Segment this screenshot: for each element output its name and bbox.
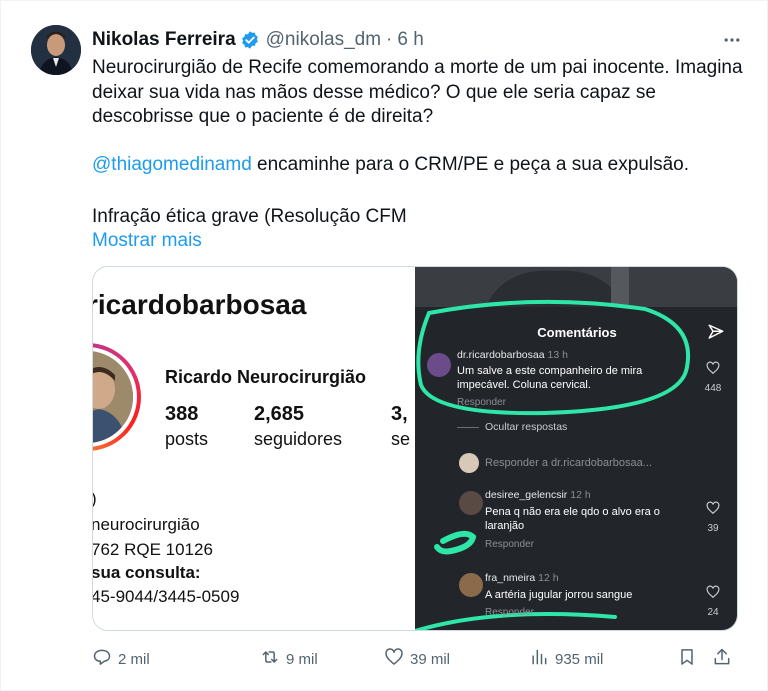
repost-button[interactable]: 9 mil [260, 647, 318, 671]
profile-bio-line: sua consulta: [92, 563, 201, 582]
comment-text: Pena q não era ele qdo o alvo era o lara… [485, 506, 660, 532]
views-icon [529, 647, 555, 671]
reply-count: 2 mil [118, 650, 150, 668]
comment-text: Um salve a este companheiro de mira impe… [457, 365, 643, 391]
comments-title: Comentários [537, 325, 617, 340]
tweet-media[interactable]: ricardobarbosaa Ricardo Neurocirurgião 3… [92, 266, 738, 631]
profile-full-name: Ricardo Neurocirurgião [165, 367, 367, 387]
profile-bio-line: 45-9044/3445-0509 [92, 587, 240, 606]
profile-username: ricardobarbosaa [92, 289, 307, 320]
like-button[interactable]: 39 mil [384, 647, 450, 671]
heart-icon [706, 585, 720, 599]
views-count: 935 mil [555, 650, 604, 668]
share-button[interactable] [712, 647, 738, 671]
comment-user: desiree_gelencsir 12 h [485, 489, 591, 501]
comment-avatar [427, 353, 451, 377]
tweet-text-paragraph-2-rest: encaminhe para o CRM/PE e peça a sua exp… [251, 154, 690, 175]
separator-dot: · [386, 29, 393, 50]
commenter-avatar [459, 453, 479, 473]
profile-following-count: 3, [391, 403, 408, 425]
mention-link[interactable]: @thiagomedinamd [92, 154, 252, 175]
like-icon [384, 647, 410, 671]
profile-following-label: se [391, 429, 411, 449]
profile-followers-label: seguidores [254, 429, 343, 449]
views-button[interactable]: 935 mil [529, 647, 603, 671]
reply-button[interactable]: 2 mil [92, 647, 150, 671]
comment-avatar [459, 491, 483, 515]
profile-avatar-ring [93, 343, 141, 451]
share-icon [712, 647, 738, 671]
heart-icon [706, 501, 720, 515]
reply-icon [92, 647, 118, 671]
tweet-actions: 2 mil 9 mil 39 mil 935 mil [92, 647, 742, 673]
tweet-text-paragraph-1: Neurocirurgião de Recife comemorando a m… [92, 57, 743, 127]
verified-badge-icon [240, 30, 260, 50]
profile-bio-line: 762 RQE 10126 [92, 540, 213, 559]
tweet-text-paragraph-2: @thiagomedinamd encaminhe para o CRM/PE … [92, 153, 689, 177]
comment-text: A artéria jugular jorrou sangue [485, 589, 633, 601]
repost-count: 9 mil [286, 650, 318, 668]
bookmark-button[interactable] [677, 647, 703, 671]
comment-reply-link: Responder [457, 397, 506, 408]
repost-icon [260, 647, 286, 671]
comment-avatar [459, 573, 483, 597]
like-count: 39 mil [410, 650, 451, 668]
reply-prompt: Responder a dr.ricardobarbosaa... [485, 457, 652, 469]
send-icon [707, 323, 725, 341]
tweet-time[interactable]: 6 h [397, 29, 423, 51]
author-avatar[interactable] [31, 25, 81, 75]
comment-likes: 24 [707, 607, 719, 618]
comment-reply-link: Responder [485, 539, 534, 550]
hide-replies: Ocultar respostas [485, 421, 568, 433]
comment-reply-link: Responder [485, 607, 534, 618]
show-more-link[interactable]: Mostrar mais [92, 229, 202, 253]
profile-followers-count: 2,685 [254, 403, 305, 425]
profile-bio-line: ) [93, 489, 97, 509]
author-handle[interactable]: @nikolas_dm [266, 29, 381, 51]
comment-likes: 448 [704, 383, 722, 394]
profile-posts-count: 388 [165, 403, 199, 425]
instagram-comments-screenshot: Comentários dr.ricardobarbosaa 13 h Um s… [415, 267, 737, 630]
profile-posts-label: posts [165, 429, 209, 449]
author-name[interactable]: Nikolas Ferreira [92, 29, 236, 51]
more-icon[interactable] [719, 27, 745, 53]
replies-line [457, 427, 479, 428]
instagram-profile-screenshot: ricardobarbosaa Ricardo Neurocirurgião 3… [92, 267, 415, 630]
heart-icon [706, 361, 720, 375]
profile-photo [93, 351, 133, 443]
comment-user: fra_nmeira 12 h [485, 572, 559, 584]
comment-likes: 39 [707, 523, 719, 534]
bookmark-icon [677, 647, 703, 671]
tweet-card[interactable]: Nikolas Ferreira @nikolas_dm · 6 h Neuro… [0, 0, 768, 691]
profile-bio-line: neurocirurgião [92, 515, 200, 534]
tweet-text-paragraph-3: Infração ética grave (Resolução CFM [92, 206, 407, 227]
comment-user: dr.ricardobarbosaa 13 h [457, 349, 568, 361]
